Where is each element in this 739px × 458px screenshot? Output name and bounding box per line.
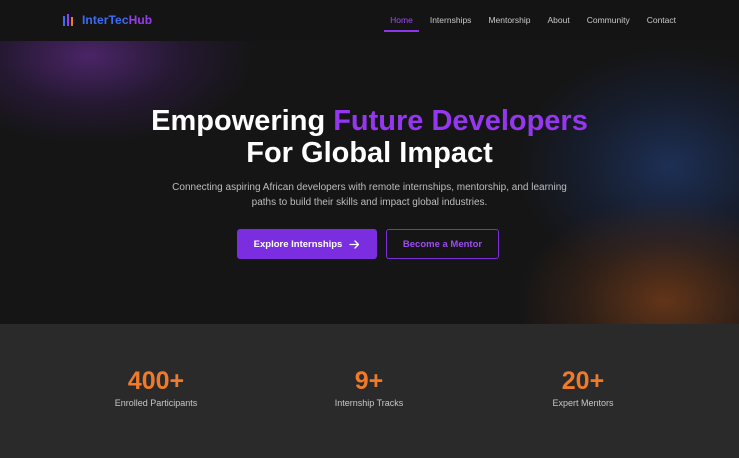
orange-glow-decoration [520, 201, 739, 324]
nav-about[interactable]: About [548, 15, 570, 25]
become-mentor-button[interactable]: Become a Mentor [386, 229, 499, 259]
nav-contact[interactable]: Contact [647, 15, 676, 25]
brand-logo[interactable]: InterTecHub [62, 13, 152, 27]
stat-expert-mentors: 20+ Expert Mentors [483, 367, 683, 408]
brand-name-part1: InterTec [82, 13, 129, 27]
hero-title-part1: Empowering [151, 105, 334, 137]
stat-value: 20+ [561, 367, 605, 395]
stat-label: Internship Tracks [334, 398, 404, 408]
become-mentor-label: Become a Mentor [402, 238, 483, 250]
hero-section: Empowering Future Developers For Global … [0, 41, 739, 324]
stat-label: Expert Mentors [552, 398, 614, 408]
stat-value: 9+ [354, 367, 384, 395]
stat-enrolled-participants: 400+ Enrolled Participants [56, 367, 256, 408]
hero-subtitle: Connecting aspiring African developers w… [172, 182, 567, 208]
navbar: InterTecHub Home Internships Mentorship … [0, 0, 739, 41]
brand-name: InterTecHub [82, 13, 152, 27]
stat-label: Enrolled Participants [114, 398, 198, 408]
explore-internships-label: Explore Internships [253, 238, 343, 250]
nav-menu: Home Internships Mentorship About Commun… [373, 15, 676, 32]
code-bars-icon [63, 14, 73, 26]
stats-section: 400+ Enrolled Participants 9+ Internship… [0, 324, 739, 458]
stat-value: 400+ [127, 367, 185, 395]
hero-title-highlight: Future Developers [333, 105, 588, 137]
nav-mentorship[interactable]: Mentorship [488, 15, 530, 25]
explore-internships-button[interactable]: Explore Internships [237, 229, 377, 259]
hero-title-line2: For Global Impact [246, 137, 493, 169]
stat-internship-tracks: 9+ Internship Tracks [269, 367, 469, 408]
nav-community[interactable]: Community [587, 15, 630, 25]
nav-internships[interactable]: Internships [430, 15, 472, 25]
brand-name-part2: Hub [128, 13, 153, 27]
nav-home[interactable]: Home [384, 15, 419, 32]
arrow-right-icon [349, 239, 360, 249]
hero-title: Empowering Future Developers For Global … [0, 105, 739, 169]
